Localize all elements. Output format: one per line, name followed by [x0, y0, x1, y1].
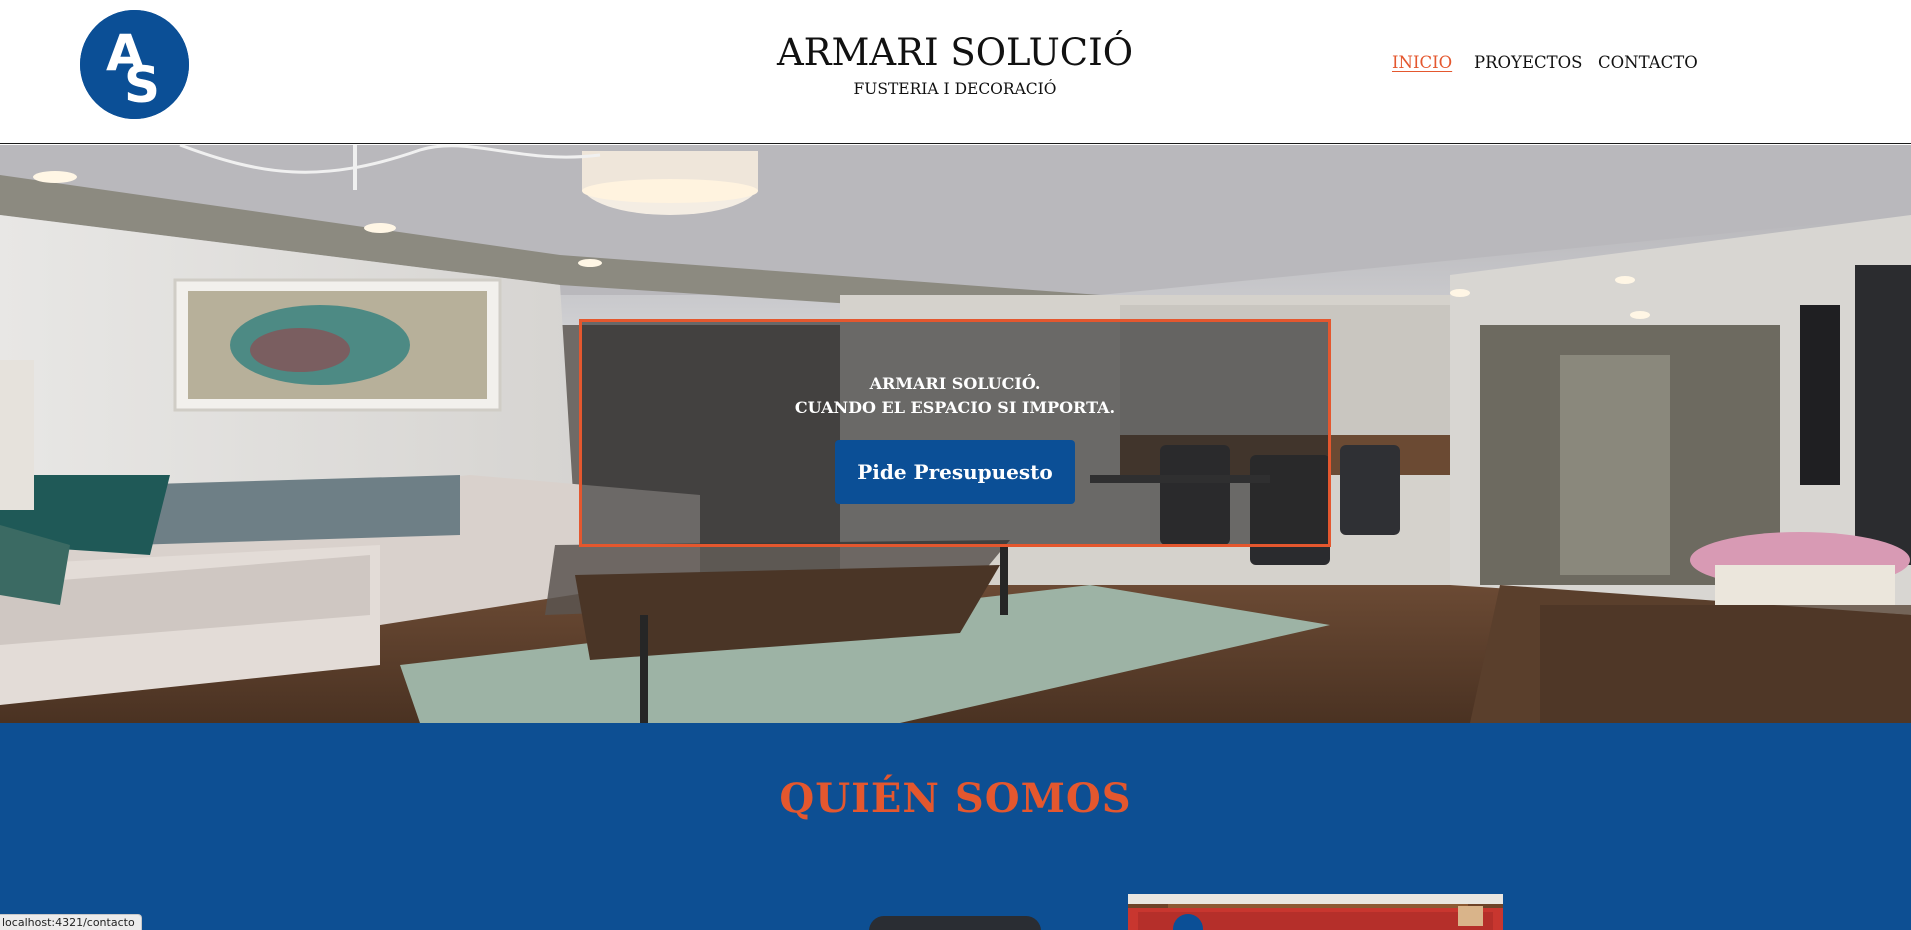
nav-link-inicio[interactable]: INICIO [1392, 53, 1452, 72]
logo-icon: AS A S [80, 10, 189, 119]
nav-link-contacto[interactable]: CONTACTO [1598, 53, 1698, 72]
brand-block: ARMARI SOLUCIÓ FUSTERIA I DECORACIÓ [655, 28, 1255, 98]
about-title: QUIÉN SOMOS [779, 775, 1132, 822]
site-title: ARMARI SOLUCIÓ [776, 31, 1134, 74]
about-photo [1128, 894, 1503, 930]
storefront-image [1128, 894, 1503, 930]
logo-link[interactable]: AS A S [80, 10, 189, 119]
hero-tagline: CUANDO EL ESPACIO SI IMPORTA. [794, 398, 1116, 417]
hero-section: ARMARI SOLUCIÓ. CUANDO EL ESPACIO SI IMP… [0, 145, 1911, 723]
request-quote-button[interactable]: Pide Presupuesto [835, 440, 1075, 504]
hero-card: ARMARI SOLUCIÓ. CUANDO EL ESPACIO SI IMP… [579, 319, 1331, 547]
status-bar-url: localhost:4321/contacto [0, 914, 142, 930]
nav-link-proyectos[interactable]: PROYECTOS [1474, 53, 1582, 72]
media-controls-pill[interactable] [869, 916, 1041, 930]
about-section: QUIÉN SOMOS [0, 723, 1911, 930]
site-subtitle: FUSTERIA I DECORACIÓ [853, 80, 1057, 98]
hero-heading: ARMARI SOLUCIÓ. [869, 374, 1041, 393]
site-header: AS A S ARMARI SOLUCIÓ FUSTERIA I DECORAC… [0, 0, 1911, 144]
logo-letter-s: S [124, 56, 160, 114]
